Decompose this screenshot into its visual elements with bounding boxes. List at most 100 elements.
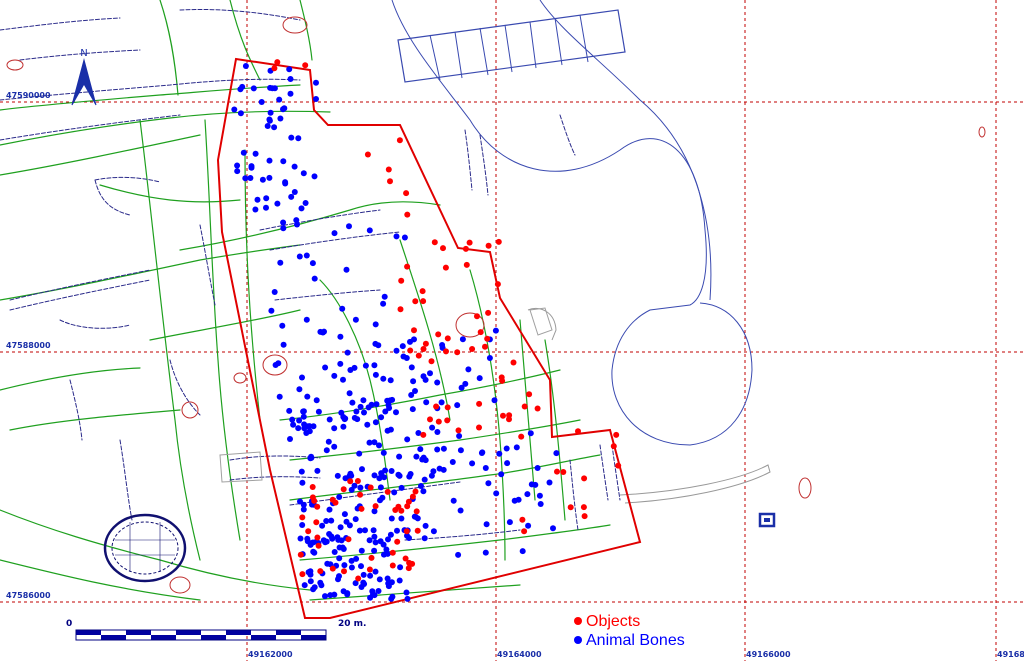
animal-bone-point: [375, 342, 382, 349]
animal-bone-point: [331, 230, 338, 237]
animal-bone-point: [327, 592, 334, 599]
object-point: [575, 428, 581, 435]
object-point: [398, 507, 405, 514]
animal-bone-point: [380, 375, 387, 382]
animal-bone-point: [394, 527, 400, 534]
object-point: [534, 405, 541, 412]
animal-bone-point: [407, 338, 413, 345]
animal-bone-point: [252, 206, 259, 213]
animal-bone-point: [366, 439, 373, 446]
animal-bone-point: [341, 562, 348, 569]
animal-bone-point: [307, 571, 314, 578]
object-point: [420, 298, 427, 305]
animal-bone-point: [266, 174, 273, 181]
animal-bone-point: [421, 476, 428, 483]
animal-bone-point: [485, 480, 492, 487]
animal-bone-point: [498, 471, 505, 478]
object-point: [396, 137, 403, 144]
animal-bone-point: [406, 473, 413, 480]
animal-bone-point: [420, 373, 427, 380]
animal-bone-point: [360, 571, 367, 578]
object-point: [510, 359, 517, 366]
scale-bar-segment: [201, 635, 226, 640]
animal-bone-point: [268, 307, 275, 314]
object-point: [613, 431, 620, 438]
animal-bone-point: [396, 453, 403, 460]
animal-bone-point: [280, 225, 287, 232]
animal-bone-point: [491, 397, 498, 404]
object-point: [403, 190, 410, 197]
object-point: [462, 245, 469, 252]
object-point: [404, 503, 411, 510]
animal-bone-point: [291, 189, 298, 195]
animal-bone-point: [372, 371, 379, 378]
animal-bone-point: [329, 535, 336, 542]
animal-bone-point: [297, 535, 304, 542]
animal-bone-point: [486, 355, 493, 361]
animal-bone-point: [397, 564, 404, 571]
animal-bone-point: [338, 409, 345, 416]
animal-bone-point: [440, 445, 447, 452]
animal-bone-point: [308, 453, 315, 460]
animal-bone-point: [340, 546, 347, 552]
animal-bone-point: [300, 413, 307, 420]
animal-bone-point: [371, 547, 378, 554]
animal-bone-point: [300, 408, 307, 415]
animal-bone-point: [319, 522, 326, 529]
legend-objects-label: Objects: [586, 613, 640, 630]
animal-bone-point: [371, 362, 378, 369]
animal-bone-point: [496, 450, 503, 457]
object-point: [455, 427, 462, 434]
animal-bone-point: [366, 227, 373, 234]
animal-bone-point: [403, 589, 410, 596]
animal-bone-point: [388, 515, 395, 522]
object-point: [518, 433, 525, 440]
animal-bone-point: [492, 327, 499, 334]
animal-bone-point: [353, 555, 360, 562]
animal-bone-point: [322, 593, 328, 600]
animal-bone-point: [546, 479, 553, 486]
animal-bone-point: [511, 497, 518, 504]
object-point: [274, 59, 281, 66]
animal-bone-point: [380, 449, 387, 456]
object-point: [463, 261, 470, 268]
animal-bone-point: [239, 83, 246, 90]
object-point: [420, 346, 427, 352]
animal-bone-point: [322, 364, 329, 371]
animal-bone-point: [298, 468, 305, 475]
object-point: [392, 507, 399, 513]
animal-bone-point: [351, 414, 358, 421]
animal-bone-point: [325, 438, 332, 445]
object-point: [341, 568, 347, 575]
animal-bone-point: [429, 424, 436, 431]
animal-bone-point: [252, 150, 259, 157]
animal-bone-point: [356, 450, 363, 457]
animal-bone-point: [276, 96, 283, 103]
object-point: [404, 263, 411, 270]
scale-bar-segment: [176, 630, 201, 635]
animal-bone-point: [408, 392, 415, 398]
animal-bone-point: [365, 404, 372, 411]
animal-bone-point: [372, 568, 379, 575]
animal-bone-point: [366, 537, 373, 544]
animal-bone-point: [254, 196, 261, 203]
animal-bone-point: [393, 233, 400, 240]
animal-bone-point: [331, 372, 338, 379]
object-point: [474, 313, 480, 320]
animal-bone-point: [421, 535, 428, 542]
animal-bone-point: [296, 253, 303, 260]
animal-bone-point: [362, 527, 368, 534]
animal-bone-point: [286, 407, 293, 414]
animal-bone-point: [387, 377, 394, 384]
object-point: [580, 504, 587, 511]
animal-bone-point: [337, 333, 344, 340]
object-point: [297, 551, 304, 558]
animal-bone-point: [527, 430, 534, 437]
animal-bone-point: [289, 416, 296, 423]
animal-bone-point: [417, 446, 424, 453]
object-point: [394, 538, 401, 545]
animal-bone-point: [266, 157, 273, 164]
animal-bone-point: [476, 375, 483, 382]
animal-bone-point: [379, 494, 386, 501]
animal-bone-point: [343, 266, 350, 273]
